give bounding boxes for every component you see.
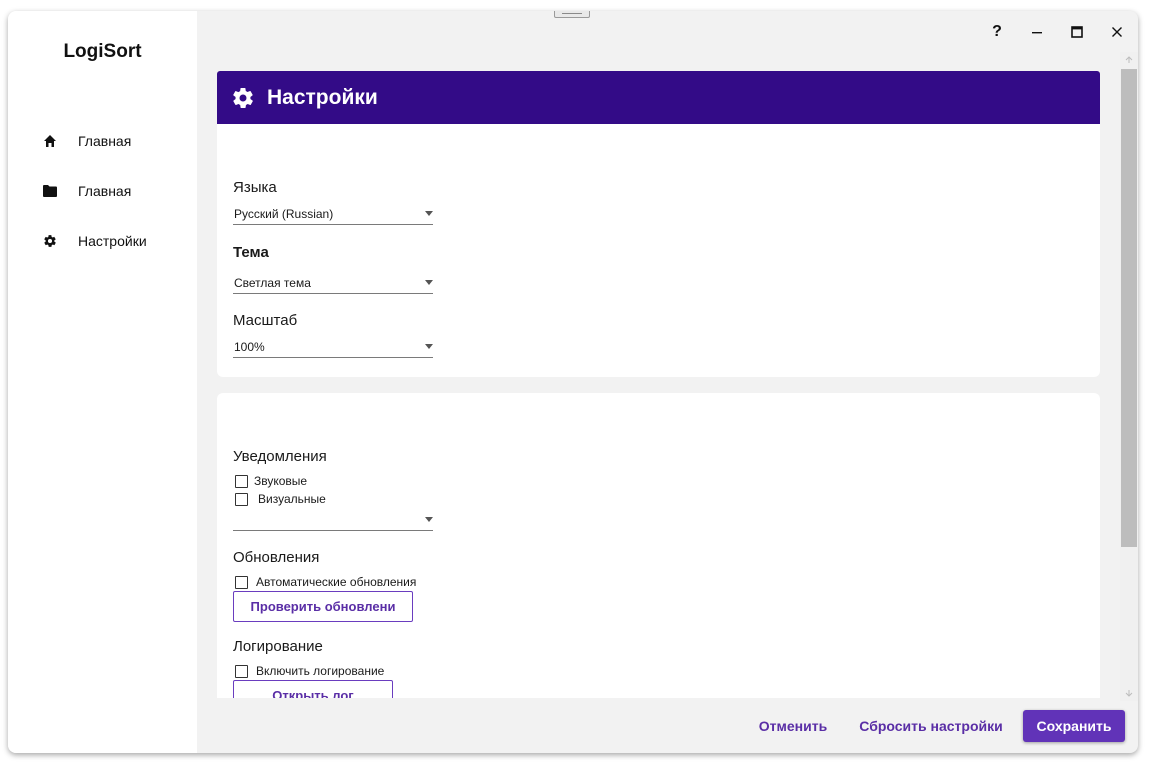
sidebar-item-label: Настройки: [78, 233, 147, 249]
reset-settings-button[interactable]: Сбросить настройки: [856, 710, 1006, 742]
theme-select[interactable]: Светлая тема: [233, 274, 433, 294]
sidebar-item-home[interactable]: Главная: [42, 129, 131, 153]
minimize-button[interactable]: [1025, 21, 1049, 43]
scale-label: Масштаб: [233, 312, 298, 329]
checkbox[interactable]: [235, 664, 248, 678]
app-title: LogiSort: [63, 41, 142, 62]
sidebar-item-label: Главная: [78, 183, 132, 199]
cancel-button[interactable]: Отменить: [748, 710, 838, 742]
settings-content: Настройки Языка Русский (Russian) Тема С…: [217, 71, 1100, 698]
language-select[interactable]: Русский (Russian): [233, 205, 433, 225]
checkbox-label: Автоматические обновления: [256, 575, 417, 589]
theme-value: Светлая тема: [234, 276, 311, 290]
save-button[interactable]: Сохранить: [1023, 710, 1125, 742]
checkbox-label: Визуальные: [258, 492, 326, 506]
scroll-up-icon[interactable]: [1120, 52, 1138, 68]
checkbox-label: Звуковые: [254, 474, 308, 488]
scroll-down-icon[interactable]: [1120, 685, 1138, 701]
page-title: Настройки: [267, 85, 378, 109]
check-updates-button[interactable]: Проверить обновлени: [233, 591, 413, 622]
home-icon: [42, 133, 58, 149]
language-value: Русский (Russian): [234, 207, 334, 221]
checkbox[interactable]: [235, 575, 248, 589]
auto-updates-checkbox[interactable]: Автоматические обновления: [235, 574, 416, 590]
app-window: LogiSort Главная Главная Настройки ? Нас…: [8, 11, 1138, 753]
settings-header: Настройки: [217, 71, 1100, 124]
chevron-down-icon: [425, 280, 433, 285]
chevron-down-icon: [425, 517, 433, 522]
sidebar: LogiSort Главная Главная Настройки: [8, 11, 197, 753]
minimize-icon: [1032, 32, 1042, 34]
chevron-down-icon: [425, 344, 433, 349]
general-settings-card: Языка Русский (Russian) Тема Светлая тем…: [217, 124, 1100, 377]
notifications-label: Уведомления: [233, 448, 327, 465]
help-button[interactable]: ?: [985, 21, 1009, 43]
maximize-icon: [1071, 26, 1083, 38]
chevron-down-icon: [425, 211, 433, 216]
visual-notifications-checkbox[interactable]: Визуальные: [235, 491, 326, 507]
checkbox-label: Включить логирование: [256, 664, 385, 678]
sound-notifications-checkbox[interactable]: Звуковые: [235, 473, 307, 489]
scale-select[interactable]: 100%: [233, 338, 433, 358]
notifications-select[interactable]: [233, 511, 433, 531]
sidebar-item-label: Главная: [78, 133, 132, 149]
open-log-button[interactable]: Открыть лог: [233, 680, 393, 698]
advanced-settings-card: Уведомления Звуковые Визуальные Обновлен…: [217, 393, 1100, 698]
gear-icon: [233, 87, 253, 108]
language-label: Языка: [233, 179, 277, 196]
updates-label: Обновления: [233, 549, 320, 566]
drag-handle[interactable]: [554, 11, 590, 18]
close-button[interactable]: [1105, 21, 1129, 43]
theme-label: Тема: [233, 244, 269, 261]
enable-logging-checkbox[interactable]: Включить логирование: [235, 663, 384, 679]
checkbox[interactable]: [235, 492, 248, 506]
sidebar-item-files[interactable]: Главная: [42, 179, 131, 203]
vertical-scrollbar[interactable]: [1120, 52, 1138, 701]
folder-icon: [42, 183, 58, 199]
sidebar-item-settings[interactable]: Настройки: [42, 229, 147, 253]
logging-label: Логирование: [233, 638, 323, 655]
scale-value: 100%: [234, 340, 265, 354]
maximize-button[interactable]: [1065, 21, 1089, 43]
checkbox[interactable]: [235, 474, 248, 488]
gear-icon: [42, 233, 58, 249]
scrollbar-thumb[interactable]: [1121, 69, 1137, 547]
close-icon: [1112, 27, 1122, 37]
